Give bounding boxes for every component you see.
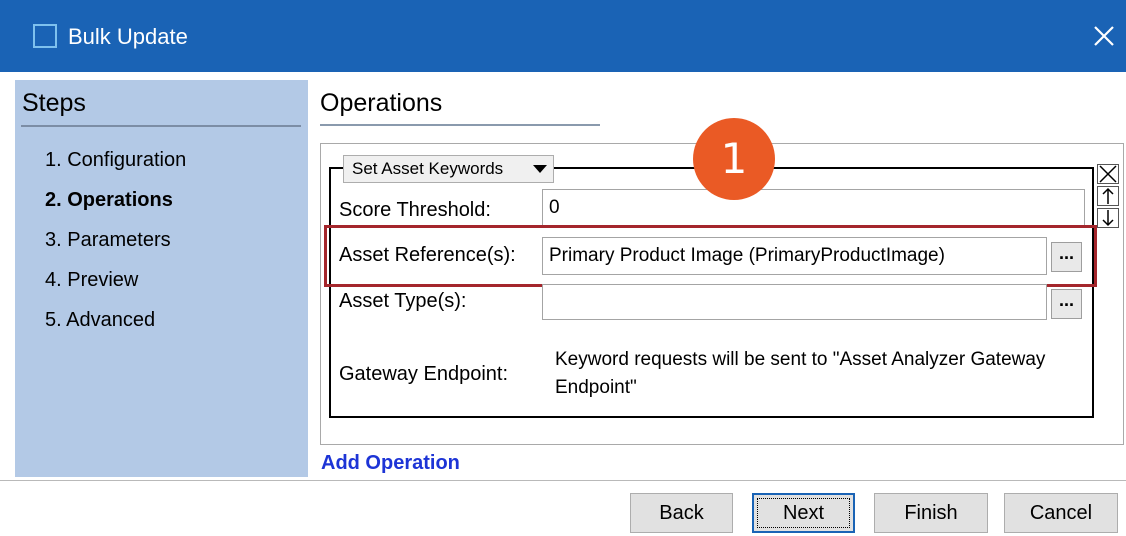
move-up-icon: [1102, 187, 1114, 204]
close-button[interactable]: [1082, 16, 1126, 56]
step-configuration[interactable]: 1. Configuration: [45, 148, 186, 172]
asset-references-browse-button[interactable]: ...: [1051, 242, 1082, 272]
page-title: Operations: [320, 89, 443, 117]
gateway-endpoint-text: Keyword requests will be sent to "Asset …: [555, 349, 1046, 398]
footer-divider: [0, 480, 1126, 481]
add-operation-link[interactable]: Add Operation: [321, 451, 460, 475]
score-threshold-label: Score Threshold:: [339, 199, 491, 221]
move-up-button[interactable]: [1097, 186, 1119, 206]
asset-types-browse-button[interactable]: ...: [1051, 289, 1082, 319]
steps-divider: [21, 125, 301, 127]
asset-types-field[interactable]: [542, 284, 1047, 320]
operation-type-value: Set Asset Keywords: [352, 159, 504, 178]
back-button[interactable]: Back: [630, 493, 733, 533]
focus-ring: [757, 498, 850, 528]
remove-operation-button[interactable]: [1097, 164, 1119, 184]
operations-divider: [320, 124, 600, 126]
step-parameters[interactable]: 3. Parameters: [45, 228, 171, 252]
window-icon: [33, 24, 57, 48]
gateway-endpoint-label: Gateway Endpoint:: [339, 363, 508, 385]
chevron-down-icon: [533, 165, 547, 173]
move-down-icon: [1102, 210, 1114, 227]
step-preview[interactable]: 4. Preview: [45, 268, 138, 292]
finish-button[interactable]: Finish: [874, 493, 988, 533]
steps-header: Steps: [22, 89, 86, 117]
cancel-button[interactable]: Cancel: [1004, 493, 1118, 533]
next-button[interactable]: Next: [752, 493, 855, 533]
asset-references-label: Asset Reference(s):: [339, 244, 516, 266]
operation-type-dropdown[interactable]: Set Asset Keywords: [343, 155, 554, 183]
operation-side-buttons: [1097, 164, 1121, 228]
step-advanced[interactable]: 5. Advanced: [45, 308, 155, 332]
remove-icon: [1099, 165, 1117, 183]
step-operations[interactable]: 2. Operations: [45, 188, 173, 212]
close-icon: [1094, 26, 1114, 46]
window-title: Bulk Update: [68, 24, 188, 49]
score-threshold-field[interactable]: [542, 189, 1085, 227]
title-bar: Bulk Update: [0, 0, 1126, 72]
steps-panel: Steps 1. Configuration 2. Operations 3. …: [15, 80, 308, 477]
asset-references-field[interactable]: [542, 237, 1047, 275]
callout-badge: 1: [693, 118, 775, 200]
move-down-button[interactable]: [1097, 208, 1119, 228]
asset-types-label: Asset Type(s):: [339, 290, 467, 312]
